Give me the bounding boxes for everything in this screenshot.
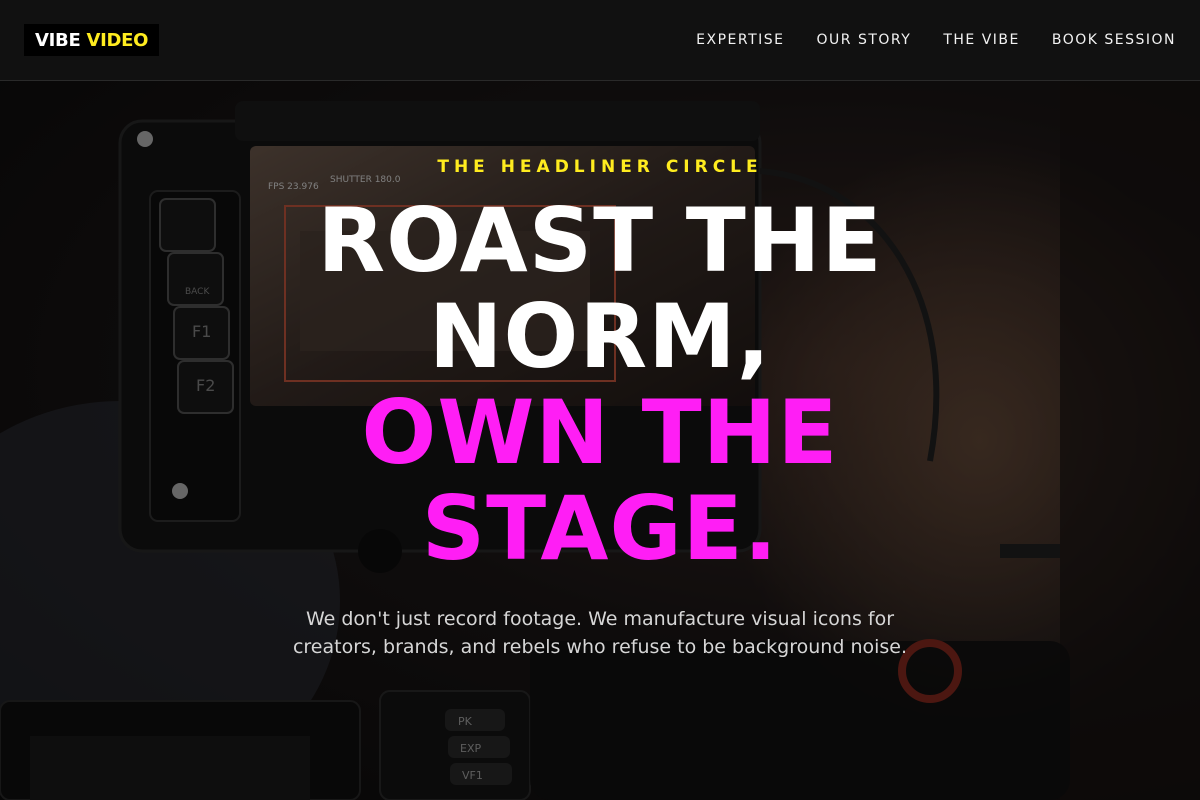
hero-section: BACK F1 F2 FPS 23.976 SHUTTER 180.0 PK E… (0, 81, 1200, 800)
headline-line-3: OWN THE (361, 381, 839, 484)
brand-word-video: VIDEO (86, 29, 149, 51)
headline-line-4: STAGE. (421, 477, 779, 580)
nav-link-expertise[interactable]: EXPERTISE (696, 32, 784, 48)
brand-logo[interactable]: VIBE VIDEO (24, 24, 160, 56)
hero-subtitle-line-1: We don't just record footage. We manufac… (305, 608, 895, 630)
hero-subtitle: We don't just record footage. We manufac… (0, 605, 1200, 661)
hero-subtitle-line-2: creators, brands, and rebels who refuse … (292, 636, 908, 658)
top-navbar: VIBE VIDEO EXPERTISE OUR STORY THE VIBE … (0, 0, 1200, 81)
main-nav: EXPERTISE OUR STORY THE VIBE BOOK SESSIO… (696, 32, 1176, 48)
hero-headline: ROAST THE NORM, OWN THE STAGE. (0, 193, 1200, 577)
headline-line-2: NORM, (428, 285, 772, 388)
brand-word-vibe: VIBE (35, 29, 81, 51)
nav-link-book-session[interactable]: BOOK SESSION (1052, 32, 1176, 48)
hero-eyebrow: THE HEADLINER CIRCLE (437, 157, 763, 177)
headline-line-1: ROAST THE (317, 189, 883, 292)
nav-link-our-story[interactable]: OUR STORY (817, 32, 912, 48)
nav-link-the-vibe[interactable]: THE VIBE (943, 32, 1020, 48)
